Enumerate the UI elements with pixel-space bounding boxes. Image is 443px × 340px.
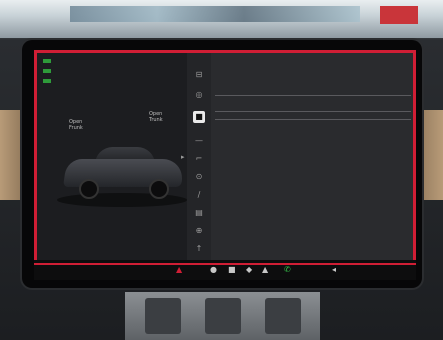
volume-icon[interactable]: ◂	[332, 264, 336, 276]
phone-icon[interactable]: ✆	[284, 264, 291, 276]
service-icon[interactable]: ↑	[193, 243, 205, 255]
trips-icon[interactable]: ∕	[193, 189, 205, 201]
status-indicators	[43, 59, 51, 89]
app-1-icon[interactable]: ●	[210, 264, 217, 276]
steering-icon[interactable]: ⌐	[193, 153, 205, 165]
status-indicator-icon	[43, 79, 51, 83]
lock-icon[interactable]: ■	[193, 111, 205, 123]
outside-red-sign	[380, 6, 418, 24]
console-slot	[265, 298, 301, 334]
open-trunk-button[interactable]: Open Trunk	[149, 111, 163, 123]
divider	[215, 111, 411, 112]
outside-view	[70, 6, 360, 22]
navigation-icon[interactable]: ▤	[193, 207, 205, 219]
divider	[215, 95, 411, 96]
chevron-right-icon[interactable]: ▸	[181, 153, 185, 161]
settings-menu: ⊟ ◎ ■ — ⌐ ⊙ ∕ ▤ ⊕ ↑ ↓	[187, 53, 211, 277]
car-panel: Open Frunk Open Trunk ▸	[37, 53, 187, 277]
display-icon[interactable]: —	[193, 135, 205, 147]
autopilot-icon[interactable]: ⊙	[193, 171, 205, 183]
app-2-icon[interactable]: ■	[228, 264, 236, 276]
app-4-icon[interactable]: ▲	[262, 264, 268, 276]
console-slot	[145, 298, 181, 334]
divider	[215, 119, 411, 120]
car-icon[interactable]: ⊟	[193, 69, 205, 81]
car-icon[interactable]: ▲	[176, 264, 182, 276]
lightbulb-icon[interactable]: ◎	[193, 89, 205, 101]
status-indicator-icon	[43, 59, 51, 63]
console-slot	[205, 298, 241, 334]
touchscreen: Open Frunk Open Trunk ▸ ⊟ ◎ ■ — ⌐ ⊙ ∕ ▤ …	[34, 50, 416, 280]
status-indicator-icon	[43, 69, 51, 73]
open-frunk-button[interactable]: Open Frunk	[69, 119, 83, 131]
car-model-image	[63, 147, 185, 199]
screen-border-bottom	[34, 263, 416, 265]
settings-content	[211, 53, 413, 277]
windshield	[0, 0, 443, 38]
app-3-icon[interactable]: ◆	[246, 264, 252, 276]
center-console	[125, 292, 320, 340]
safety-icon[interactable]: ⊕	[193, 225, 205, 237]
